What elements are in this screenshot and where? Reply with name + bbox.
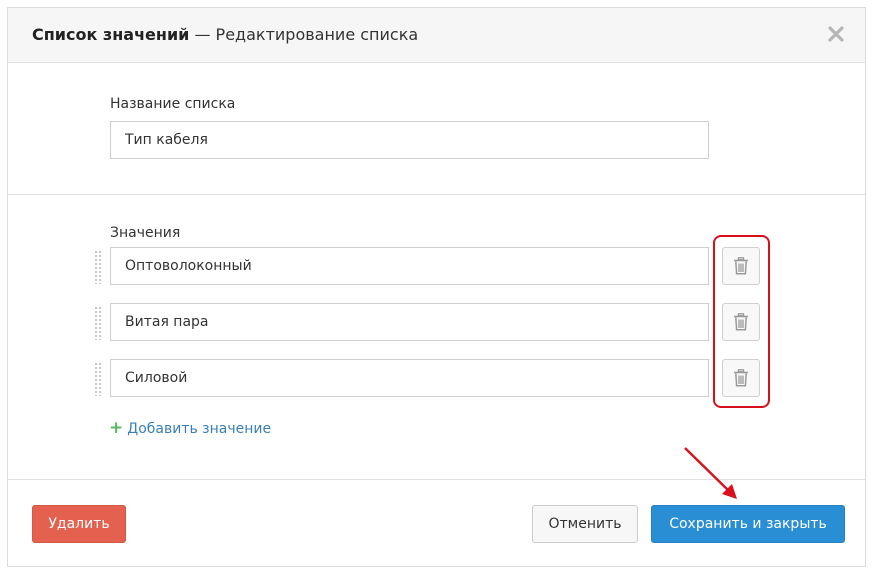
close-icon[interactable] xyxy=(827,25,845,43)
dialog-header: Список значений — Редактирование списка xyxy=(8,8,865,63)
value-input-2[interactable] xyxy=(110,303,709,341)
drag-handle-icon[interactable] xyxy=(94,306,102,340)
delete-button[interactable]: Удалить xyxy=(32,505,126,543)
values-label: Значения xyxy=(110,225,181,241)
edit-list-dialog: Список значений — Редактирование списка … xyxy=(7,7,866,567)
dialog-title: Список значений — Редактирование списка xyxy=(32,25,418,44)
add-value-label: Добавить значение xyxy=(127,421,272,437)
dialog-title-bold: Список значений xyxy=(32,25,190,44)
plus-icon: + xyxy=(109,418,124,438)
save-and-close-button[interactable]: Сохранить и закрыть xyxy=(651,505,845,543)
list-name-label: Название списка xyxy=(110,96,236,112)
add-value-link[interactable]: + Добавить значение xyxy=(109,418,271,438)
annotation-highlight-box xyxy=(713,235,770,408)
value-input-3[interactable] xyxy=(110,359,709,397)
drag-handle-icon[interactable] xyxy=(94,362,102,396)
cancel-button[interactable]: Отменить xyxy=(532,505,638,543)
list-name-input[interactable] xyxy=(110,121,709,159)
value-input-1[interactable] xyxy=(110,247,709,285)
dialog-title-rest: — Редактирование списка xyxy=(189,25,419,44)
drag-handle-icon[interactable] xyxy=(94,250,102,284)
list-name-section: Название списка xyxy=(8,63,865,195)
